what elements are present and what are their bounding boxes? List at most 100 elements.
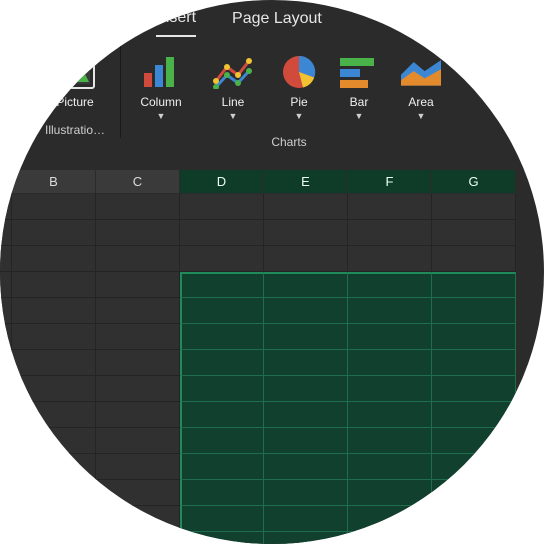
cell[interactable] <box>0 194 12 220</box>
cell[interactable] <box>264 220 348 246</box>
cell[interactable] <box>180 480 264 506</box>
cell[interactable] <box>432 350 516 376</box>
tab-page-layout[interactable]: Page Layout <box>232 6 322 36</box>
cell[interactable] <box>264 324 348 350</box>
cell[interactable] <box>348 480 432 506</box>
cell[interactable] <box>96 246 180 272</box>
cell[interactable] <box>432 272 516 298</box>
cell[interactable] <box>348 376 432 402</box>
cell[interactable] <box>0 454 12 480</box>
cell[interactable] <box>0 376 12 402</box>
cell[interactable] <box>96 376 180 402</box>
cell[interactable] <box>348 324 432 350</box>
cell[interactable] <box>96 350 180 376</box>
cell[interactable] <box>96 428 180 454</box>
cell[interactable] <box>264 246 348 272</box>
cell[interactable] <box>348 194 432 220</box>
cell[interactable] <box>12 428 96 454</box>
column-header-b[interactable]: B <box>12 170 96 194</box>
cell[interactable] <box>180 350 264 376</box>
cell[interactable] <box>264 350 348 376</box>
cell[interactable] <box>0 298 12 324</box>
cell[interactable] <box>348 506 432 532</box>
cell[interactable] <box>264 480 348 506</box>
picture-button[interactable]: Picture <box>40 46 110 115</box>
column-header[interactable] <box>0 170 12 194</box>
cell[interactable] <box>348 272 432 298</box>
cell[interactable] <box>12 480 96 506</box>
area-chart-button[interactable]: Area ▼ <box>395 46 447 127</box>
tab-insert[interactable]: Insert <box>156 5 196 37</box>
column-header-f[interactable]: F <box>348 170 432 194</box>
cell[interactable] <box>12 272 96 298</box>
cell[interactable] <box>348 532 432 544</box>
column-header-d[interactable]: D <box>180 170 264 194</box>
cell[interactable] <box>432 376 516 402</box>
cell[interactable] <box>12 220 96 246</box>
cell[interactable] <box>180 402 264 428</box>
cell[interactable] <box>264 402 348 428</box>
cell[interactable] <box>0 246 12 272</box>
cell[interactable] <box>0 480 12 506</box>
cell[interactable] <box>264 272 348 298</box>
cell[interactable] <box>12 402 96 428</box>
column-header-c[interactable]: C <box>96 170 180 194</box>
cell[interactable] <box>432 428 516 454</box>
cell[interactable] <box>180 324 264 350</box>
cell[interactable] <box>180 454 264 480</box>
cell[interactable] <box>0 402 12 428</box>
cell[interactable] <box>96 324 180 350</box>
cell[interactable] <box>264 532 348 544</box>
bar-chart-button[interactable]: Bar ▼ <box>335 46 383 127</box>
cell[interactable] <box>432 480 516 506</box>
cell[interactable] <box>180 532 264 544</box>
cell[interactable] <box>96 454 180 480</box>
cell[interactable] <box>96 194 180 220</box>
cell[interactable] <box>96 480 180 506</box>
cell[interactable] <box>432 324 516 350</box>
spreadsheet-grid[interactable]: B C D E F G <box>0 170 544 544</box>
cell[interactable] <box>432 246 516 272</box>
cell[interactable] <box>180 194 264 220</box>
cell[interactable] <box>12 454 96 480</box>
cell[interactable] <box>432 506 516 532</box>
cell[interactable] <box>0 350 12 376</box>
cell[interactable] <box>180 246 264 272</box>
cell[interactable] <box>180 506 264 532</box>
cell[interactable] <box>12 324 96 350</box>
cell[interactable] <box>96 220 180 246</box>
cell[interactable] <box>180 428 264 454</box>
cell[interactable] <box>264 506 348 532</box>
cell[interactable] <box>12 506 96 532</box>
cell[interactable] <box>12 532 96 544</box>
cell[interactable] <box>432 194 516 220</box>
cell[interactable] <box>348 454 432 480</box>
cell[interactable] <box>96 532 180 544</box>
cell[interactable] <box>96 298 180 324</box>
cell[interactable] <box>12 298 96 324</box>
cell[interactable] <box>96 506 180 532</box>
cell[interactable] <box>0 324 12 350</box>
cell[interactable] <box>264 428 348 454</box>
cell[interactable] <box>348 428 432 454</box>
pie-chart-button[interactable]: Pie ▼ <box>275 46 323 127</box>
cell[interactable] <box>12 246 96 272</box>
cell[interactable] <box>180 298 264 324</box>
column-header-e[interactable]: E <box>264 170 348 194</box>
cell[interactable] <box>180 220 264 246</box>
cell[interactable] <box>180 272 264 298</box>
cell[interactable] <box>0 428 12 454</box>
column-chart-button[interactable]: Column ▼ <box>131 46 191 127</box>
cell[interactable] <box>348 246 432 272</box>
cell[interactable] <box>432 454 516 480</box>
cell[interactable] <box>96 402 180 428</box>
cell[interactable] <box>264 298 348 324</box>
cell[interactable] <box>432 298 516 324</box>
cell[interactable] <box>180 376 264 402</box>
cell[interactable] <box>432 402 516 428</box>
cell[interactable] <box>0 506 12 532</box>
cell[interactable] <box>12 376 96 402</box>
cell[interactable] <box>432 532 516 544</box>
cell[interactable] <box>432 220 516 246</box>
cell[interactable] <box>0 272 12 298</box>
